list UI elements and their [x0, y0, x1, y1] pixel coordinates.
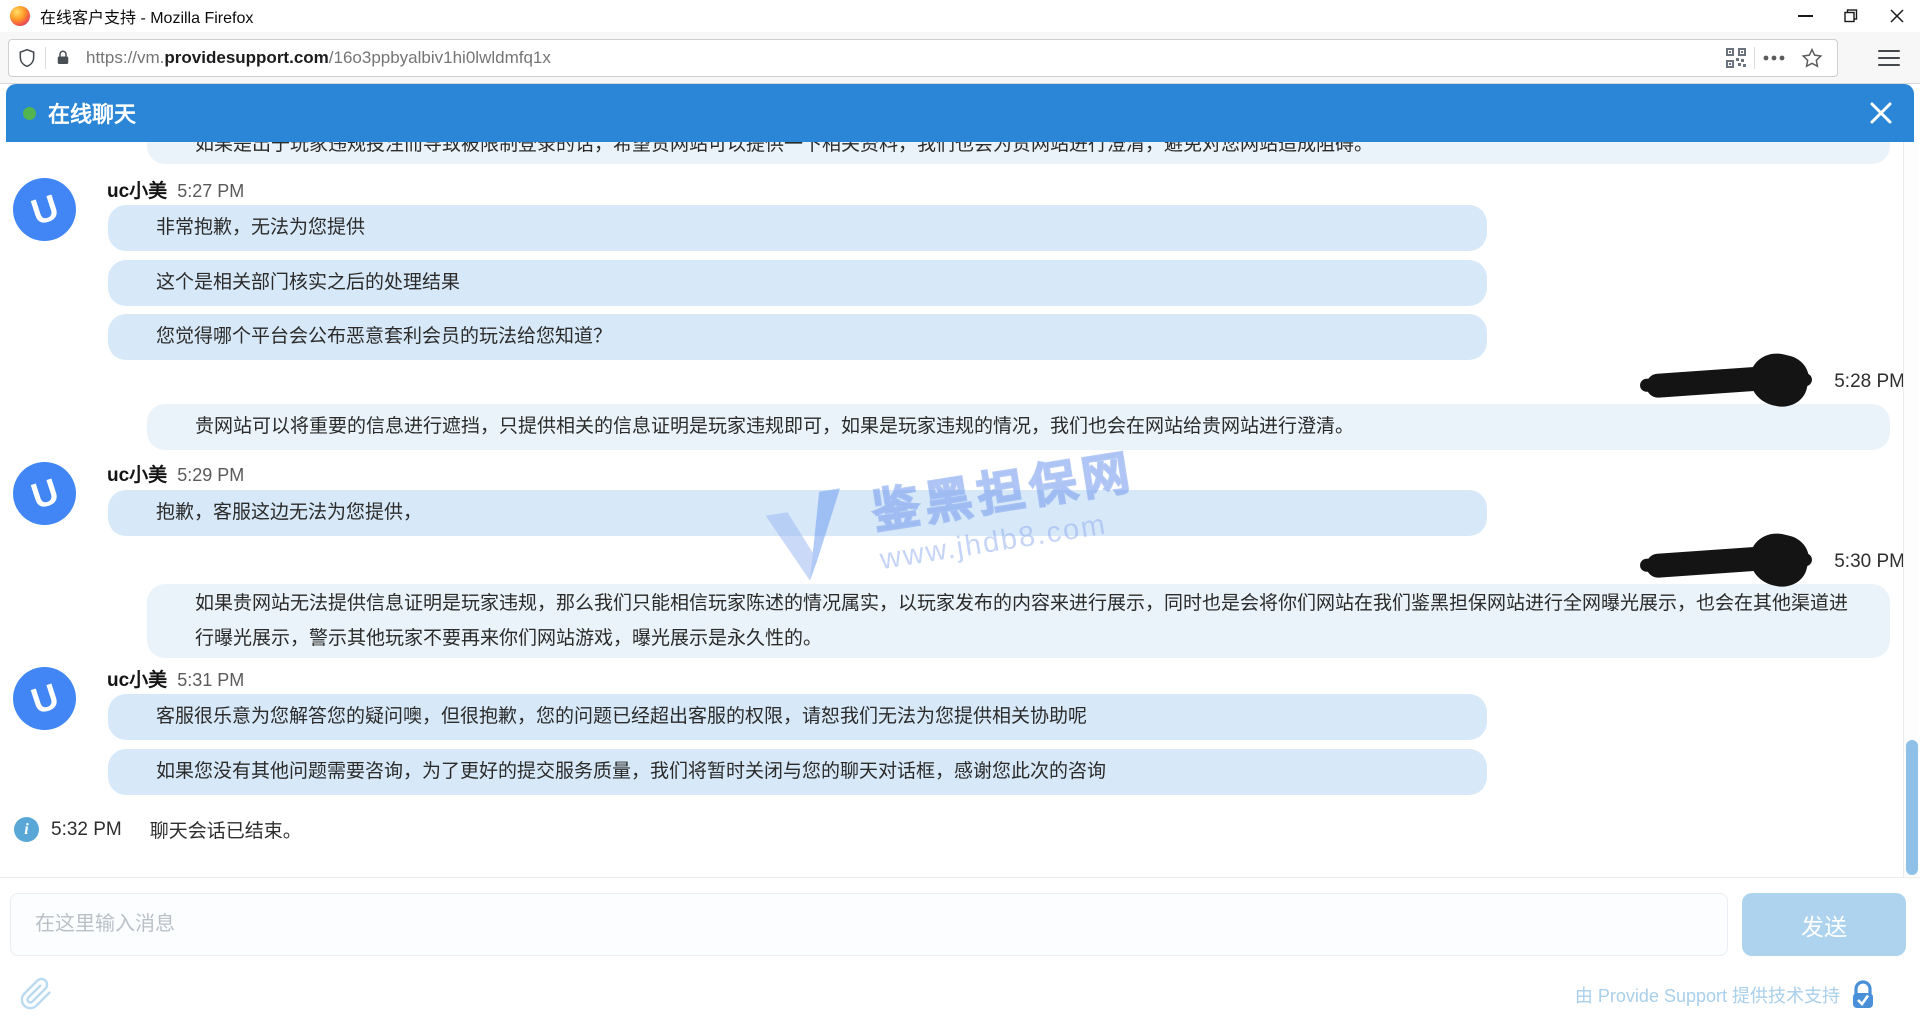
message-text: 这个是相关部门核实之后的处理结果	[156, 268, 460, 298]
chat-header: 在线聊天	[6, 84, 1914, 142]
agent-avatar: U	[13, 667, 76, 730]
url-path: /16o3ppbyalbiv1hi0lwldmfq1x	[329, 48, 551, 67]
close-icon	[1890, 9, 1904, 23]
agent-name: uc小美	[107, 665, 167, 692]
avatar-logo: U	[26, 186, 64, 234]
powered-by-text: 由 Provide Support 提供技术支持	[1575, 982, 1840, 1008]
info-icon: i	[14, 817, 39, 842]
message-text: 贵网站可以将重要的信息进行遮挡，只提供相关的信息证明是玩家违规即可，如果是玩家违…	[195, 412, 1354, 442]
chat-close-button[interactable]	[1866, 98, 1896, 128]
message-time: 5:27 PM	[177, 181, 244, 202]
visitor-name-redacted: dinghaigan	[1654, 366, 1822, 398]
firefox-icon	[10, 6, 30, 26]
message-text: 如果贵网站无法提供信息证明是玩家违规，那么我们只能相信玩家陈述的情况属实，以玩家…	[195, 586, 1860, 656]
url-scheme: https://vm.	[86, 48, 164, 67]
close-icon	[1870, 102, 1892, 124]
agent-name-row: uc小美 5:31 PM	[107, 665, 244, 691]
agent-avatar: U	[13, 462, 76, 525]
message-input[interactable]	[10, 893, 1728, 956]
chat-bubble: 抱歉，客服这边无法为您提供，	[108, 490, 1487, 536]
more-actions-icon	[1763, 55, 1785, 61]
message-text: 如果您没有其他问题需要咨询，为了更好的提交服务质量，我们将暂时关闭与您的聊天对话…	[156, 757, 1106, 787]
redaction-scribble	[1745, 528, 1814, 592]
attach-file-button[interactable]	[16, 974, 56, 1014]
scrollbar-track	[1903, 142, 1919, 877]
restore-icon	[1844, 9, 1858, 23]
redaction-scribble	[1745, 348, 1814, 412]
message-text: 您觉得哪个平台会公布恶意套利会员的玩法给您知道？	[156, 322, 612, 352]
message-text: 客服很乐意为您解答您的疑问噢，但很抱歉，您的问题已经超出客服的权限，请恕我们无法…	[156, 702, 1087, 732]
message-text: 非常抱歉，无法为您提供	[156, 213, 365, 243]
avatar-logo: U	[26, 470, 64, 518]
agent-name-row: uc小美 5:29 PM	[107, 460, 244, 486]
paperclip-icon	[19, 977, 53, 1011]
tracking-protection-button[interactable]	[9, 40, 45, 76]
visitor-name-redacted: dinghaigan	[1654, 546, 1822, 578]
qr-code-button[interactable]	[1718, 40, 1754, 76]
qr-code-icon	[1726, 48, 1746, 68]
powered-by-link[interactable]: 由 Provide Support 提供技术支持	[1575, 980, 1876, 1010]
minimize-button[interactable]	[1782, 0, 1828, 32]
shield-icon	[17, 48, 37, 68]
site-security-button[interactable]	[46, 40, 80, 76]
message-time: 5:31 PM	[177, 670, 244, 691]
chat-bubble: 客服很乐意为您解答您的疑问噢，但很抱歉，您的问题已经超出客服的权限，请恕我们无法…	[108, 694, 1487, 740]
chat-bubble: 贵网站可以将重要的信息进行遮挡，只提供相关的信息证明是玩家违规即可，如果是玩家违…	[147, 404, 1890, 450]
url-domain: providesupport.com	[164, 48, 328, 67]
message-time: 5:28 PM	[1834, 371, 1905, 393]
composer-divider	[0, 877, 1920, 878]
url-bar[interactable]: https://vm.providesupport.com/16o3ppbyal…	[8, 39, 1838, 77]
restore-button[interactable]	[1828, 0, 1874, 32]
chat-bubble: 您觉得哪个平台会公布恶意套利会员的玩法给您知道？	[108, 314, 1487, 360]
bookmark-button[interactable]	[1793, 40, 1837, 76]
close-window-button[interactable]	[1874, 0, 1920, 32]
chat-title: 在线聊天	[48, 97, 136, 129]
message-text: 抱歉，客服这边无法为您提供，	[156, 498, 422, 528]
visitor-name-row: dinghaigan 5:30 PM	[1654, 544, 1905, 580]
minimize-icon	[1798, 15, 1813, 17]
avatar-logo: U	[26, 675, 64, 723]
browser-titlebar: 在线客户支持 - Mozilla Firefox	[0, 0, 1920, 32]
url-text[interactable]: https://vm.providesupport.com/16o3ppbyal…	[86, 48, 1718, 68]
page-actions-button[interactable]	[1755, 40, 1793, 76]
message-time: 5:29 PM	[177, 465, 244, 486]
chat-bubble: 如果您没有其他问题需要咨询，为了更好的提交服务质量，我们将暂时关闭与您的聊天对话…	[108, 749, 1487, 795]
agent-avatar: U	[13, 178, 76, 241]
agent-name: uc小美	[107, 176, 167, 203]
menu-button[interactable]	[1874, 44, 1904, 72]
status-time: 5:32 PM	[51, 819, 122, 841]
bookmark-star-icon	[1801, 47, 1823, 69]
message-time: 5:30 PM	[1834, 551, 1905, 573]
session-status-row: i 5:32 PM 聊天会话已结束。	[14, 816, 302, 843]
scrollbar-thumb[interactable]	[1906, 740, 1918, 875]
online-status-dot	[23, 107, 36, 120]
send-button[interactable]: 发送	[1742, 893, 1906, 956]
lock-icon	[54, 49, 72, 67]
agent-name: uc小美	[107, 460, 167, 487]
visitor-name-row: dinghaigan 5:28 PM	[1654, 364, 1905, 400]
secure-lock-icon	[1850, 980, 1876, 1010]
browser-toolbar: https://vm.providesupport.com/16o3ppbyal…	[0, 32, 1920, 84]
window-title: 在线客户支持 - Mozilla Firefox	[40, 4, 253, 28]
chat-bubble: 如果贵网站无法提供信息证明是玩家违规，那么我们只能相信玩家陈述的情况属实，以玩家…	[147, 584, 1890, 658]
status-text: 聊天会话已结束。	[150, 816, 302, 843]
agent-name-row: uc小美 5:27 PM	[107, 176, 244, 202]
chat-bubble: 非常抱歉，无法为您提供	[108, 205, 1487, 251]
chat-bubble: 这个是相关部门核实之后的处理结果	[108, 260, 1487, 306]
